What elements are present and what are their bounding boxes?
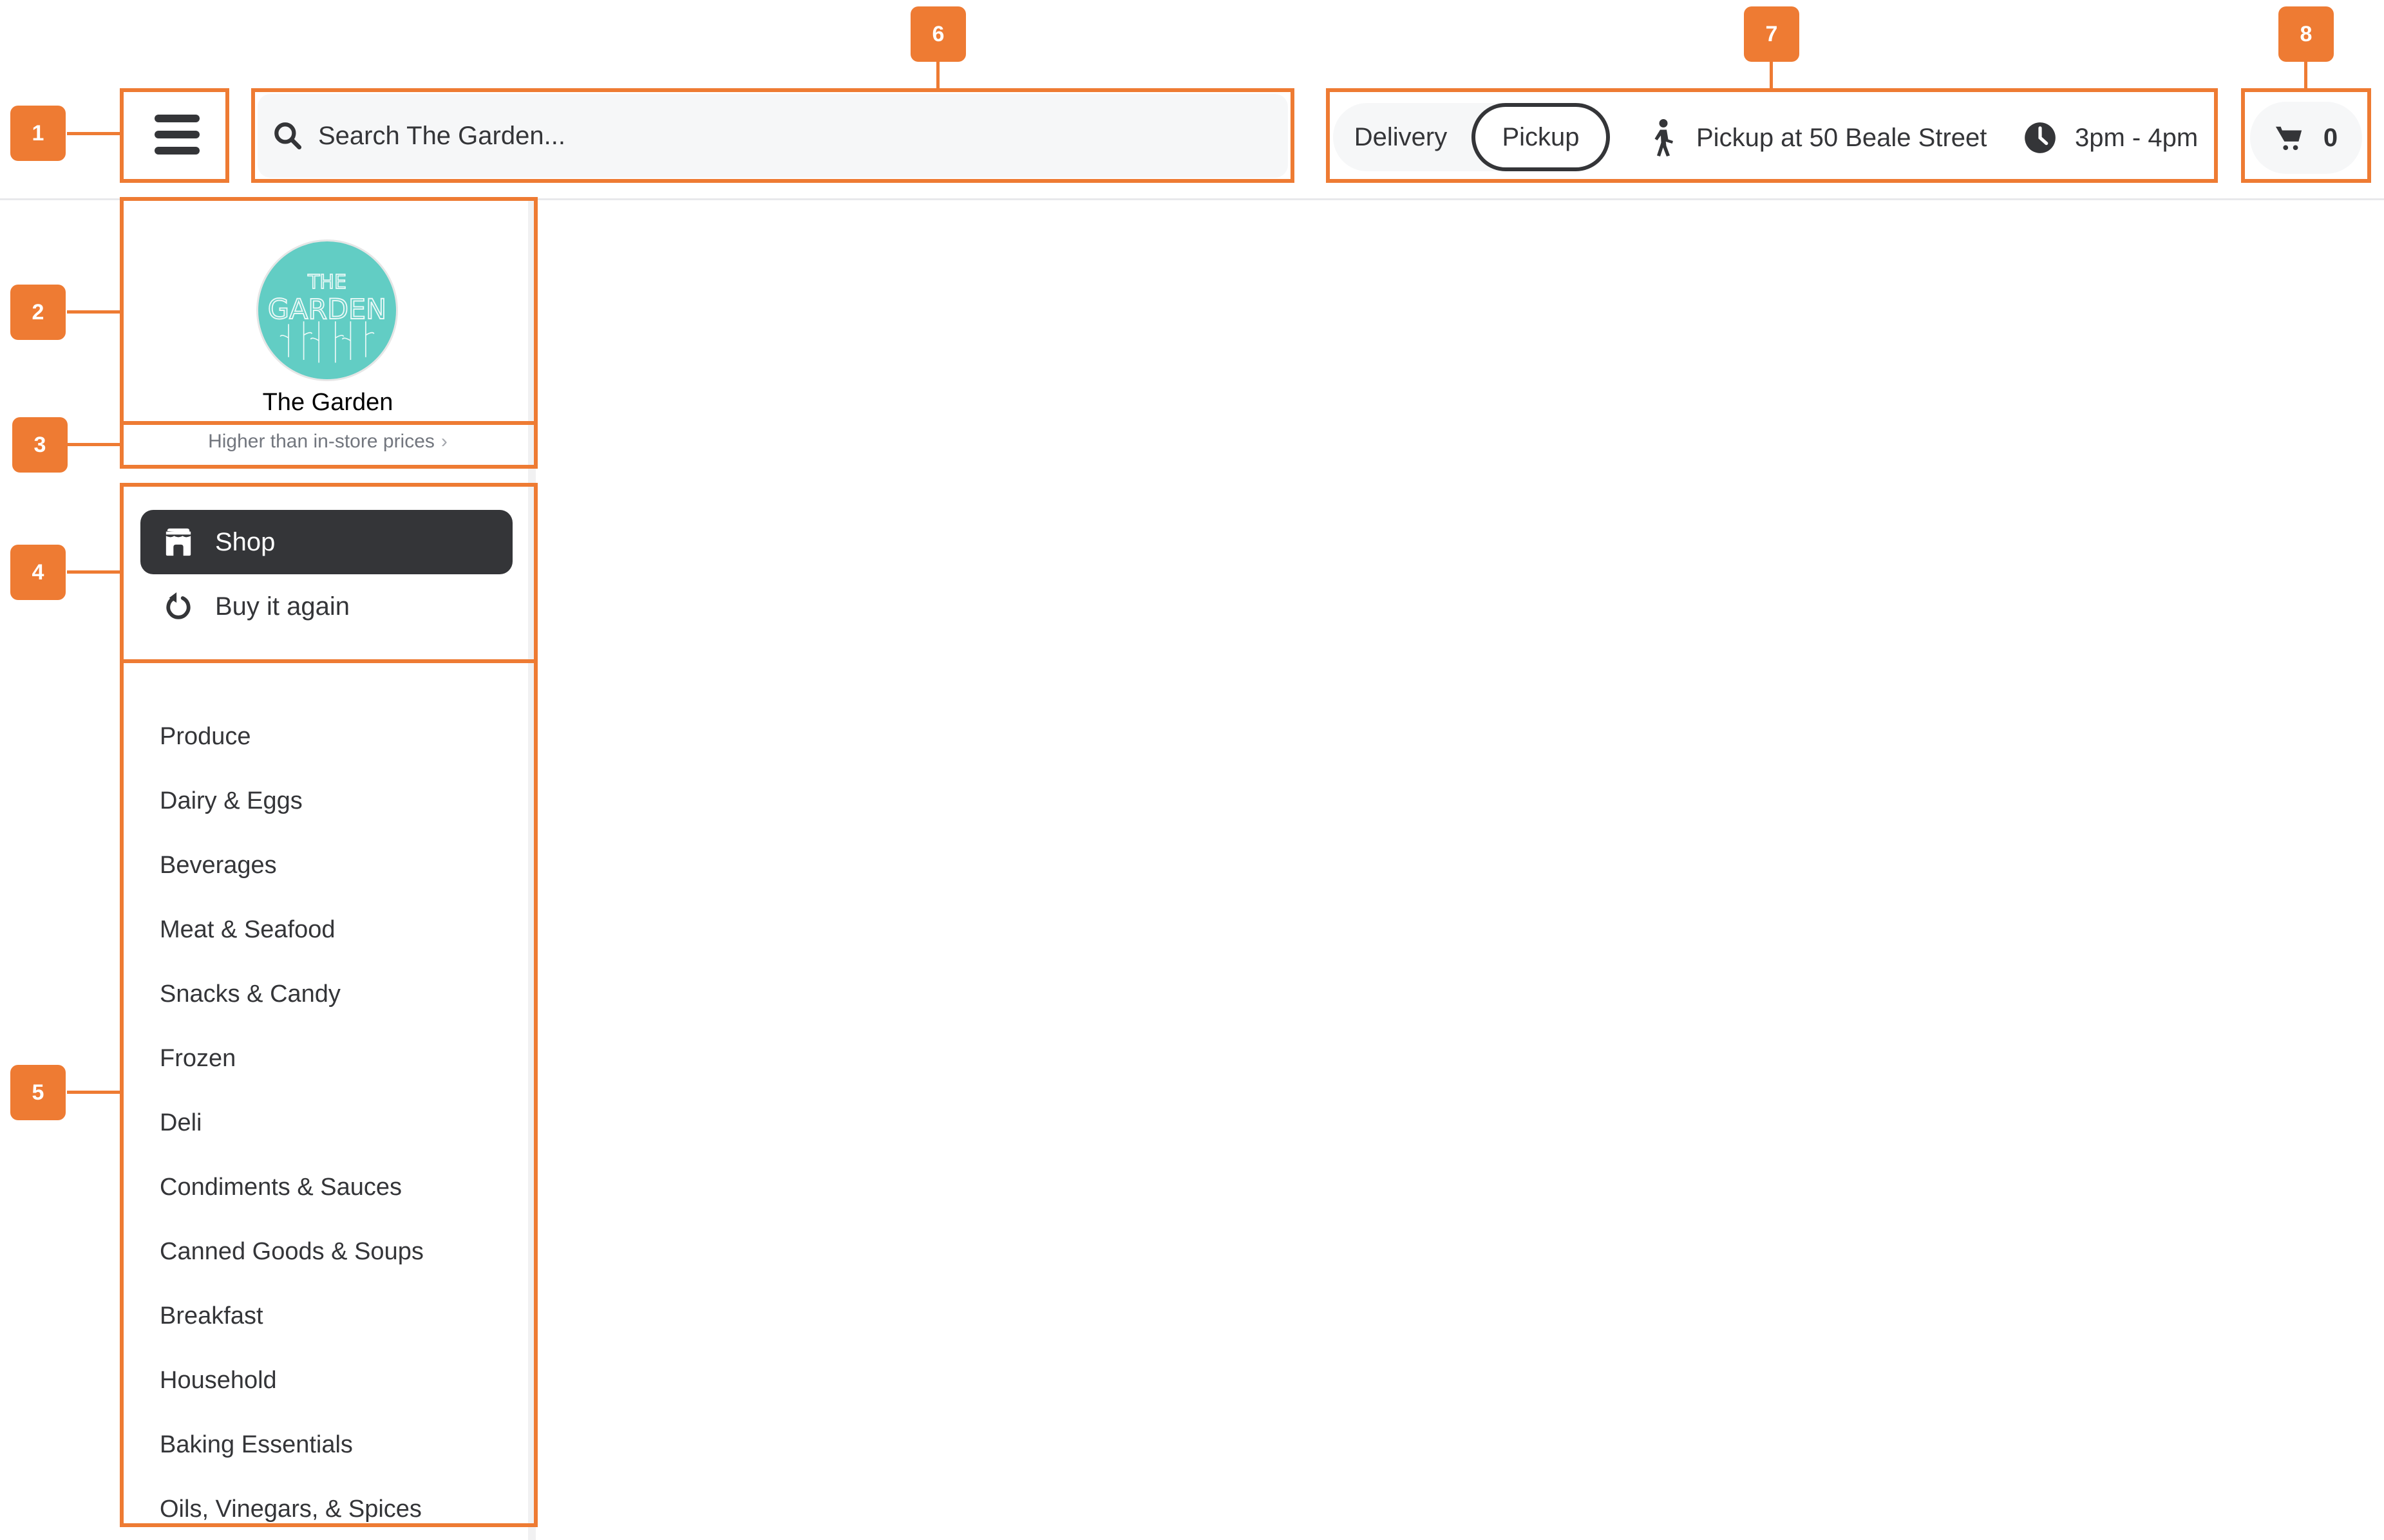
nav-item-shop[interactable]: Shop	[140, 510, 513, 574]
category-item[interactable]: Oils, Vinegars, & Spices	[160, 1477, 520, 1540]
category-item[interactable]: Frozen	[160, 1026, 520, 1091]
annotation-connector-3	[64, 443, 121, 446]
category-item[interactable]: Meat & Seafood	[160, 897, 520, 962]
annotation-badge-3: 3	[12, 417, 68, 473]
annotation-badge-8: 8	[2278, 6, 2334, 62]
category-item[interactable]: Canned Goods & Soups	[160, 1219, 520, 1284]
price-note-text: Higher than in-store prices	[208, 431, 435, 452]
menu-button[interactable]	[126, 94, 224, 176]
storefront-icon	[166, 528, 191, 556]
walking-person-icon	[1654, 119, 1673, 156]
nav-item-label: Shop	[215, 527, 276, 556]
annotation-connector-2	[67, 310, 121, 314]
logo-text-garden: GARDEN	[268, 294, 386, 326]
category-item[interactable]: Dairy & Eggs	[160, 769, 520, 833]
annotation-connector-6	[936, 61, 940, 89]
annotation-connector-7	[1770, 61, 1773, 89]
hamburger-menu-icon	[155, 115, 200, 155]
annotation-connector-8	[2304, 61, 2307, 89]
category-item[interactable]: Condiments & Sauces	[160, 1155, 520, 1219]
store-logo[interactable]: THE GARDEN	[256, 239, 398, 381]
garden-logo-icon: THE GARDEN	[267, 270, 387, 363]
search-input[interactable]	[318, 121, 1220, 151]
time-slot-label: 3pm - 4pm	[2075, 123, 2199, 152]
category-item[interactable]: Deli	[160, 1091, 520, 1155]
pickup-option[interactable]: Pickup	[1471, 103, 1610, 171]
fulfillment-toggle: Delivery Pickup	[1333, 103, 1610, 171]
cart-button[interactable]: 0	[2250, 102, 2362, 174]
nav-divider	[122, 661, 529, 663]
nav-item-buy-it-again[interactable]: Buy it again	[140, 574, 513, 639]
annotation-badge-4: 4	[10, 545, 66, 600]
annotation-connector-4	[67, 570, 121, 574]
category-item[interactable]: Household	[160, 1348, 520, 1413]
pickup-location-button[interactable]: Pickup at 50 Beale Street	[1649, 116, 1987, 160]
cart-icon	[2275, 126, 2302, 151]
pickup-location-label: Pickup at 50 Beale Street	[1696, 123, 1987, 152]
category-item[interactable]: Snacks & Candy	[160, 962, 520, 1026]
annotation-badge-6: 6	[911, 6, 966, 62]
logo-text-the: THE	[307, 271, 346, 294]
annotation-badge-5: 5	[10, 1065, 66, 1120]
category-list: Produce Dairy & Eggs Beverages Meat & Se…	[160, 704, 520, 1540]
search-bar[interactable]	[258, 94, 1288, 178]
category-item[interactable]: Beverages	[160, 833, 520, 897]
chevron-right-icon: ›	[440, 431, 448, 452]
category-item[interactable]: Produce	[160, 704, 520, 769]
annotation-badge-1: 1	[10, 106, 66, 161]
search-icon	[274, 122, 302, 150]
reorder-icon	[166, 592, 191, 619]
clock-icon	[2025, 122, 2056, 153]
annotation-connector-1	[67, 132, 121, 135]
annotation-badge-2: 2	[10, 285, 66, 340]
delivery-option[interactable]: Delivery	[1333, 103, 1468, 171]
price-policy-link[interactable]: Higher than in-store prices ›	[122, 431, 534, 453]
store-name: The Garden	[262, 389, 393, 416]
annotation-connector-5	[67, 1091, 121, 1094]
category-item[interactable]: Baking Essentials	[160, 1413, 520, 1477]
nav-item-label: Buy it again	[215, 592, 350, 621]
annotation-badge-7: 7	[1744, 6, 1799, 62]
cart-count: 0	[2323, 123, 2338, 152]
time-slot-button[interactable]: 3pm - 4pm	[2023, 116, 2198, 160]
category-item[interactable]: Breakfast	[160, 1284, 520, 1348]
